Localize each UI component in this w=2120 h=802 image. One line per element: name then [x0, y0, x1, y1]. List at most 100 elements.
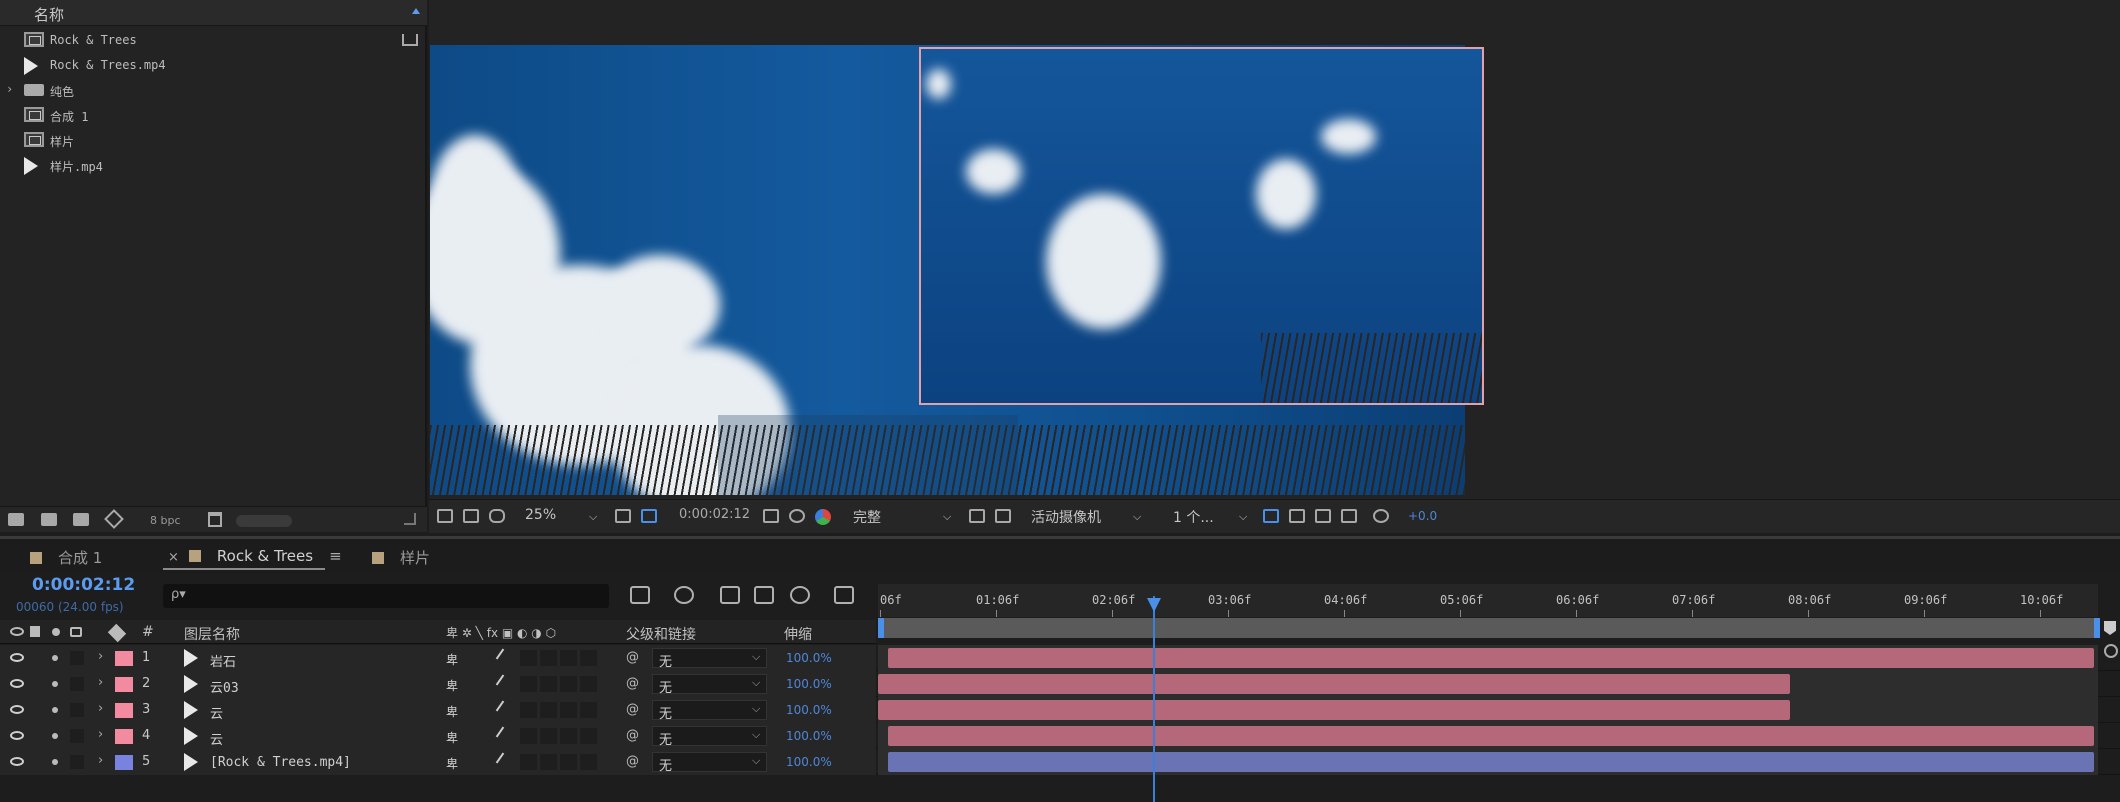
resolution-select[interactable]: 完整	[853, 507, 881, 527]
motion-blur-switch[interactable]	[560, 728, 577, 744]
motion-blur-switch[interactable]	[560, 754, 577, 770]
expand-chevron-icon[interactable]: ›	[6, 82, 13, 96]
timeline-tab[interactable]: 合成 1	[30, 547, 102, 568]
exposure-value[interactable]: +0.0	[1408, 509, 1437, 523]
eye-icon[interactable]	[10, 705, 24, 714]
parent-column-header[interactable]: 父级和链接	[626, 624, 696, 644]
eye-icon[interactable]	[10, 731, 24, 740]
timeline-timecode[interactable]: 0:00:02:12	[32, 575, 135, 595]
parent-select[interactable]: 无 ⌵	[652, 700, 767, 722]
solo-icon[interactable]	[52, 733, 58, 739]
expand-chevron-icon[interactable]: ›	[98, 649, 103, 664]
lock-toggle[interactable]	[70, 677, 84, 691]
pick-whip-icon[interactable]: @	[626, 676, 639, 691]
layer-name[interactable]: 岩石	[210, 651, 236, 670]
eye-icon[interactable]	[10, 757, 24, 766]
layer-row[interactable]: › 5 [Rock & Trees.mp4] 卑 @ 无 ⌵ 100.0%	[0, 749, 2120, 775]
quality-switch-icon[interactable]	[495, 674, 505, 686]
adjustment-switch[interactable]	[580, 676, 597, 692]
work-area-start-handle[interactable]	[878, 618, 884, 638]
shy-switch-icon[interactable]: 卑	[446, 651, 458, 668]
toggle-pixel-aspect-icon[interactable]	[1263, 509, 1279, 523]
comp-marker-icon[interactable]	[2104, 621, 2116, 635]
camera-select[interactable]: 活动摄像机	[1031, 507, 1101, 527]
frame-blending-icon[interactable]	[754, 586, 774, 604]
lock-toggle[interactable]	[70, 729, 84, 743]
project-header[interactable]: 名称	[0, 0, 427, 26]
composition-mini-flowchart-icon[interactable]	[630, 586, 650, 604]
layer-duration-bar[interactable]	[888, 648, 2094, 668]
eye-icon[interactable]	[10, 653, 24, 662]
expand-chevron-icon[interactable]: ›	[98, 701, 103, 716]
monitor-icon[interactable]	[463, 509, 479, 523]
flowchart-icon[interactable]	[1341, 509, 1357, 523]
layer-row[interactable]: › 3 云卑 @ 无 ⌵ 100.0%	[0, 697, 2120, 723]
mask-visibility-icon[interactable]	[641, 509, 657, 523]
current-time-indicator-head[interactable]	[1147, 598, 1161, 612]
label-color-swatch[interactable]	[115, 755, 133, 770]
project-item[interactable]: › 纯色	[0, 78, 427, 103]
timeline-tab[interactable]: × Rock & Trees ≡	[168, 547, 342, 565]
fx-switch[interactable]	[520, 650, 537, 666]
stretch-value[interactable]: 100.0%	[786, 677, 832, 691]
shy-switch-icon[interactable]: 卑	[446, 703, 458, 720]
expand-chevron-icon[interactable]: ›	[98, 753, 103, 768]
label-color-swatch[interactable]	[115, 729, 133, 744]
panel-menu-icon[interactable]: ≡	[329, 547, 342, 565]
quality-switch-icon[interactable]	[495, 700, 505, 712]
chevron-down-icon[interactable]: ⌵	[1133, 510, 1141, 524]
camera-icon[interactable]	[763, 509, 779, 523]
lock-toggle[interactable]	[70, 703, 84, 717]
lock-toggle[interactable]	[70, 651, 84, 665]
chevron-down-icon[interactable]: ⌵	[1239, 510, 1247, 524]
frame-blend-switch[interactable]	[540, 650, 557, 666]
grid-icon[interactable]	[615, 509, 631, 523]
video-column-icon[interactable]	[10, 627, 24, 636]
shy-switch-icon[interactable]: 卑	[446, 677, 458, 694]
parent-select[interactable]: 无 ⌵	[652, 726, 767, 748]
close-tab-icon[interactable]: ×	[168, 550, 179, 565]
frame-blend-switch[interactable]	[540, 754, 557, 770]
transparency-grid-icon[interactable]	[995, 509, 1011, 523]
expand-chevron-icon[interactable]: ›	[98, 727, 103, 742]
audio-column-icon[interactable]	[30, 626, 40, 637]
solo-icon[interactable]	[52, 681, 58, 687]
delete-icon[interactable]	[208, 512, 222, 527]
layer-name[interactable]: 云03	[210, 677, 239, 696]
eye-icon[interactable]	[10, 679, 24, 688]
parent-select[interactable]: 无 ⌵	[652, 648, 767, 670]
solo-icon[interactable]	[52, 707, 58, 713]
layer-name-column-header[interactable]: 图层名称	[184, 624, 240, 644]
parent-select[interactable]: 无 ⌵	[652, 674, 767, 696]
label-color-swatch[interactable]	[115, 703, 133, 718]
motion-blur-switch[interactable]	[560, 650, 577, 666]
stretch-column-header[interactable]: 伸缩	[784, 624, 812, 644]
show-snapshot-icon[interactable]	[789, 509, 805, 523]
pick-whip-icon[interactable]: @	[626, 702, 639, 717]
color-channels-icon[interactable]	[815, 509, 831, 525]
current-time-display[interactable]: 0:00:02:12	[679, 507, 750, 522]
layer-search-input[interactable]: ρ▾	[163, 584, 609, 608]
stretch-value[interactable]: 100.0%	[786, 651, 832, 665]
label-color-swatch[interactable]	[115, 677, 133, 692]
frame-blend-switch[interactable]	[540, 676, 557, 692]
stretch-value[interactable]: 100.0%	[786, 703, 832, 717]
pick-whip-icon[interactable]: @	[626, 650, 639, 665]
layer-name[interactable]: [Rock & Trees.mp4]	[210, 755, 351, 770]
reset-exposure-icon[interactable]	[1373, 509, 1389, 523]
adjustment-switch[interactable]	[580, 728, 597, 744]
motion-blur-switch[interactable]	[560, 676, 577, 692]
frame-blend-switch[interactable]	[540, 728, 557, 744]
solo-icon[interactable]	[52, 759, 58, 765]
motion-blur-icon[interactable]	[790, 586, 810, 604]
bpc-button[interactable]: 8 bpc	[150, 514, 181, 527]
quality-switch-icon[interactable]	[495, 752, 505, 764]
name-column-header[interactable]: 名称	[34, 4, 64, 25]
expand-chevron-icon[interactable]: ›	[98, 675, 103, 690]
views-select[interactable]: 1 个...	[1173, 507, 1214, 527]
shy-layers-icon[interactable]	[720, 586, 740, 604]
layer-row[interactable]: › 2 云03 卑 @ 无 ⌵ 100.0%	[0, 671, 2120, 697]
layer-duration-bar[interactable]	[878, 700, 1790, 720]
shy-switch-icon[interactable]: 卑	[446, 729, 458, 746]
layer-name[interactable]: 云	[210, 703, 223, 722]
